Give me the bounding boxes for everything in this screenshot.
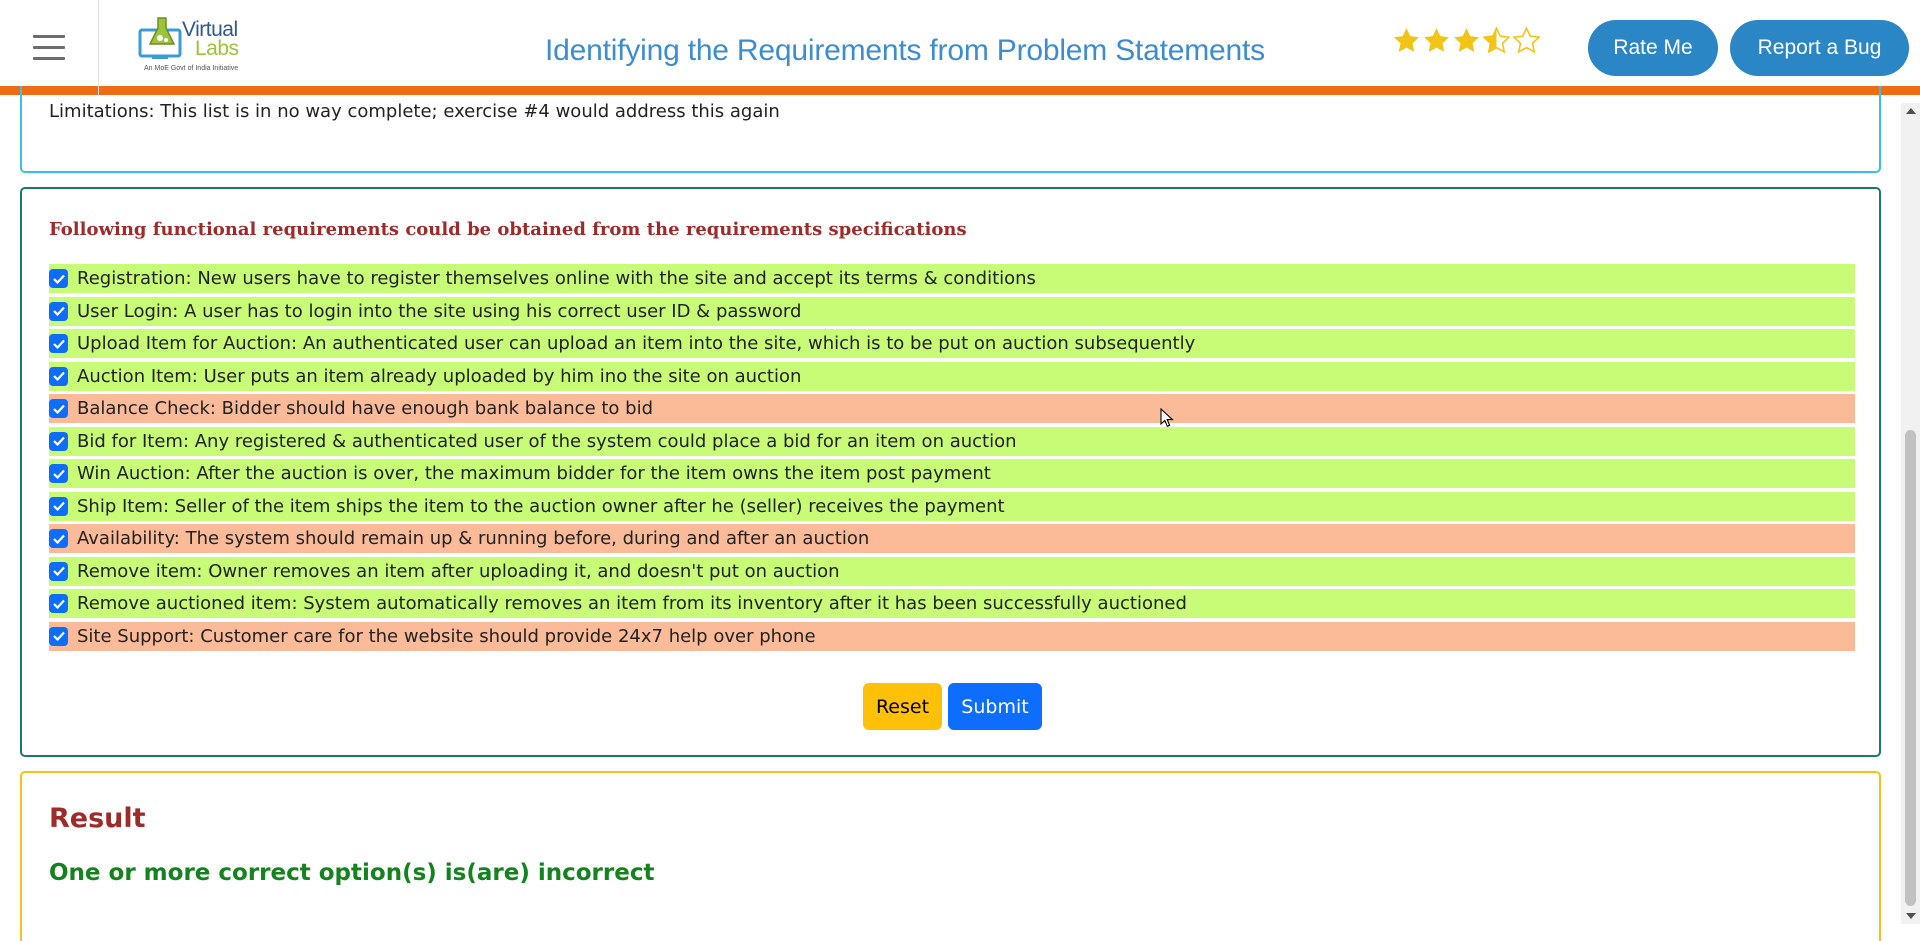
checkmark-icon xyxy=(52,404,65,414)
star-half-icon[interactable] xyxy=(1482,26,1511,55)
checkmark-icon xyxy=(52,274,65,284)
requirement-label[interactable]: Availability: The system should remain u… xyxy=(77,528,869,549)
checkbox[interactable] xyxy=(49,301,68,321)
logo-tagline: An MoE Govt of India Initiative xyxy=(144,65,239,72)
requirement-label[interactable]: Bid for Item: Any registered & authentic… xyxy=(77,431,1017,452)
requirement-item: Balance Check: Bidder should have enough… xyxy=(49,394,1855,423)
requirement-label[interactable]: Ship Item: Seller of the item ships the … xyxy=(77,496,1005,517)
checkbox[interactable] xyxy=(49,464,68,483)
form-actions: Reset Submit xyxy=(863,683,1042,730)
checkbox[interactable] xyxy=(49,626,68,646)
report-bug-button[interactable]: Report a Bug xyxy=(1730,20,1909,76)
checkbox[interactable] xyxy=(49,334,68,353)
result-panel: Result One or more correct option(s) is(… xyxy=(20,771,1881,941)
star-full-icon[interactable] xyxy=(1392,26,1421,55)
checkmark-icon xyxy=(52,599,65,609)
scrollbar-thumb[interactable] xyxy=(1905,430,1916,906)
requirement-label[interactable]: Win Auction: After the auction is over, … xyxy=(77,463,991,484)
checkmark-icon xyxy=(52,436,65,446)
requirement-label[interactable]: User Login: A user has to login into the… xyxy=(77,301,801,322)
star-full-icon[interactable] xyxy=(1452,26,1481,55)
checkmark-icon xyxy=(52,306,65,316)
rate-me-button[interactable]: Rate Me xyxy=(1588,20,1718,76)
requirements-heading: Following functional requirements could … xyxy=(49,219,967,240)
requirement-label[interactable]: Site Support: Customer care for the webs… xyxy=(77,626,816,647)
reset-button[interactable]: Reset xyxy=(863,683,942,730)
requirement-item: Win Auction: After the auction is over, … xyxy=(49,459,1855,488)
requirement-label[interactable]: Registration: New users have to register… xyxy=(77,268,1036,289)
checkmark-icon xyxy=(52,339,65,349)
checkmark-icon xyxy=(52,469,65,479)
requirement-item: Registration: New users have to register… xyxy=(49,264,1855,293)
checkbox[interactable] xyxy=(49,431,68,451)
checkmark-icon xyxy=(52,501,65,511)
result-message: One or more correct option(s) is(are) in… xyxy=(49,860,655,886)
virtual-labs-logo[interactable]: Virtual Labs An MoE Govt of India Initia… xyxy=(138,16,250,78)
requirement-label[interactable]: Remove auctioned item: System automatica… xyxy=(77,593,1187,614)
submit-button[interactable]: Submit xyxy=(948,683,1042,730)
checkmark-icon xyxy=(52,534,65,544)
star-rating[interactable] xyxy=(1392,26,1541,55)
result-title: Result xyxy=(49,803,146,834)
limitations-text: Limitations: This list is in no way comp… xyxy=(49,101,780,122)
checkbox[interactable] xyxy=(49,496,68,516)
hamburger-menu-icon[interactable] xyxy=(0,0,99,95)
requirements-list: Registration: New users have to register… xyxy=(49,264,1855,654)
star-full-icon[interactable] xyxy=(1422,26,1451,55)
checkbox[interactable] xyxy=(49,594,68,613)
requirement-item: Auction Item: User puts an item already … xyxy=(49,361,1855,391)
checkmark-icon xyxy=(52,566,65,576)
requirement-item: Site Support: Customer care for the webs… xyxy=(49,621,1855,651)
checkbox[interactable] xyxy=(49,366,68,386)
scroll-down-arrow-icon[interactable] xyxy=(1906,913,1916,919)
requirement-item: Ship Item: Seller of the item ships the … xyxy=(49,491,1855,521)
logo-word-labs: Labs xyxy=(195,37,239,60)
mouse-cursor-icon xyxy=(1160,408,1174,428)
limitations-panel: Limitations: This list is in no way comp… xyxy=(20,86,1881,173)
star-empty-icon[interactable] xyxy=(1512,26,1541,55)
requirements-panel: Following functional requirements could … xyxy=(20,187,1881,757)
requirement-item: Bid for Item: Any registered & authentic… xyxy=(49,426,1855,456)
requirement-label[interactable]: Balance Check: Bidder should have enough… xyxy=(77,398,653,419)
checkbox[interactable] xyxy=(49,399,68,418)
scroll-up-arrow-icon[interactable] xyxy=(1906,108,1916,114)
requirement-item: Availability: The system should remain u… xyxy=(49,524,1855,553)
requirement-label[interactable]: Auction Item: User puts an item already … xyxy=(77,366,801,387)
site-header: Virtual Labs An MoE Govt of India Initia… xyxy=(0,0,1920,95)
checkbox[interactable] xyxy=(49,561,68,581)
requirement-label[interactable]: Upload Item for Auction: An authenticate… xyxy=(77,333,1195,354)
checkbox[interactable] xyxy=(49,529,68,548)
checkmark-icon xyxy=(52,631,65,641)
vertical-scrollbar[interactable] xyxy=(1901,103,1920,924)
checkmark-icon xyxy=(52,371,65,381)
requirement-item: Remove item: Owner removes an item after… xyxy=(49,556,1855,586)
requirement-item: Remove auctioned item: System automatica… xyxy=(49,589,1855,618)
page-title: Identifying the Requirements from Proble… xyxy=(545,34,1265,67)
requirement-item: Upload Item for Auction: An authenticate… xyxy=(49,329,1855,358)
flask-monitor-icon xyxy=(138,17,182,59)
checkbox[interactable] xyxy=(49,269,68,288)
requirement-item: User Login: A user has to login into the… xyxy=(49,296,1855,326)
requirement-label[interactable]: Remove item: Owner removes an item after… xyxy=(77,561,840,582)
